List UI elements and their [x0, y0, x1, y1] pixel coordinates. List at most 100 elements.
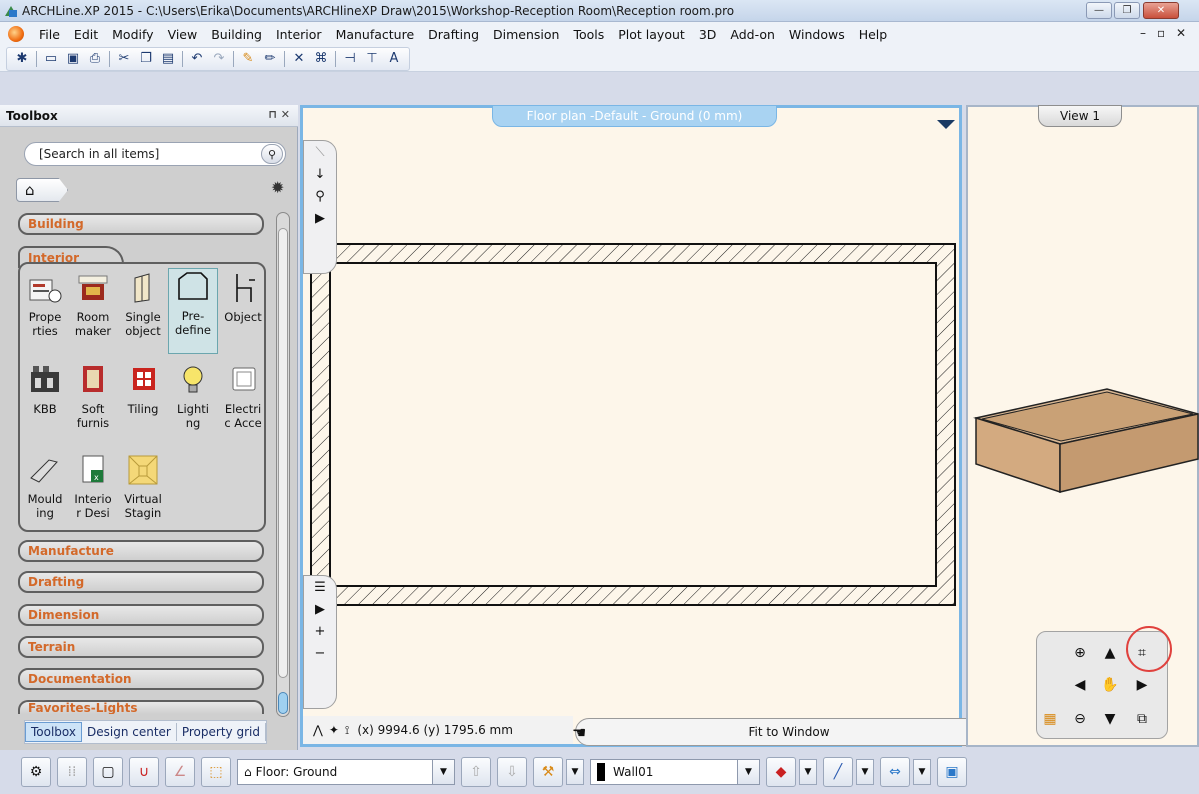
zoom-icon[interactable]: ⚲ [304, 185, 336, 207]
arrow-down-icon[interactable]: ↓ [304, 163, 336, 185]
menu-3d[interactable]: 3D [692, 27, 724, 42]
tool-room-maker[interactable]: Room maker [68, 270, 118, 338]
pan-hand-icon[interactable]: ✋ [1097, 672, 1123, 698]
menu-view[interactable]: View [161, 27, 205, 42]
pin-close-icons[interactable]: ⊓ ✕ [268, 108, 290, 121]
tool-virtual-staging[interactable]: Virtual Stagin [118, 452, 168, 520]
swap-arrows-icon[interactable]: ⇔ [880, 757, 910, 787]
menu-interior[interactable]: Interior [269, 27, 329, 42]
tool-properties[interactable]: Prope rties [20, 270, 70, 338]
paint-icon[interactable]: ✎ [238, 49, 258, 69]
category-documentation[interactable]: Documentation [18, 668, 264, 690]
settings-gear-icon[interactable]: ⚙ [21, 757, 51, 787]
menu-add-on[interactable]: Add-on [723, 27, 782, 42]
pen-icon[interactable]: ✏ [260, 49, 280, 69]
close-button[interactable]: ✕ [1143, 2, 1179, 19]
zoom-in-icon[interactable]: + [304, 620, 336, 642]
eraser-icon[interactable]: ◆ [766, 757, 796, 787]
window-icon[interactable]: ▣ [937, 757, 967, 787]
cut-icon[interactable]: ✂ [114, 49, 134, 69]
wall-type-select[interactable]: Wall01 ▼ [590, 759, 760, 785]
line-icon[interactable]: ╱ [823, 757, 853, 787]
floor-select[interactable]: ⌂ Floor: Ground ▼ [237, 759, 455, 785]
search-icon[interactable]: ⚲ [261, 144, 283, 164]
snap-icon[interactable]: ✦ [329, 723, 339, 737]
pan-down-icon[interactable]: ▼ [1097, 706, 1123, 732]
category-building[interactable]: Building [18, 213, 264, 235]
tool-soft-furnishing[interactable]: Soft furnis [68, 362, 118, 430]
align-right-icon[interactable]: ⊤ [362, 49, 382, 69]
pan-right-icon[interactable]: ▶ [1129, 672, 1155, 698]
new-icon[interactable]: ✱ [12, 49, 32, 69]
home-icon[interactable]: ⌂ [16, 178, 68, 202]
redo-icon[interactable]: ↷ [209, 49, 229, 69]
expand-right-icon[interactable]: ▶ [304, 207, 336, 229]
measure-icon[interactable]: ⟟ [345, 723, 349, 738]
toolbox-scrollbar[interactable] [276, 212, 290, 717]
menu-modify[interactable]: Modify [105, 27, 160, 42]
menu-windows[interactable]: Windows [782, 27, 852, 42]
tool-interior-design[interactable]: x Interio r Desi [68, 452, 118, 520]
text-icon[interactable]: A [384, 49, 404, 69]
chevron-down-icon[interactable]: ▼ [737, 760, 759, 784]
view-1-tab[interactable]: View 1 [1038, 105, 1122, 127]
undo-icon[interactable]: ↶ [187, 49, 207, 69]
fit-to-window-bar[interactable]: ☚ Fit to Window [572, 718, 1003, 746]
grid-icon[interactable]: ⁞⁞ [57, 757, 87, 787]
mdi-restore-icon[interactable]: ▫ [1157, 26, 1165, 40]
chevron-down-icon[interactable]: ▼ [566, 759, 584, 785]
collapse-icon[interactable]: ⟍ [304, 141, 336, 163]
menu-help[interactable]: Help [852, 27, 895, 42]
category-terrain[interactable]: Terrain [18, 636, 264, 658]
tool-electric[interactable]: Electri c Acce [220, 362, 266, 430]
angle-icon[interactable]: ∠ [165, 757, 195, 787]
magnet-icon[interactable]: ∪ [129, 757, 159, 787]
trim-icon[interactable]: ⌘ [311, 49, 331, 69]
frame-icon[interactable]: ▢ [93, 757, 123, 787]
menu-tools[interactable]: Tools [566, 27, 611, 42]
save-icon[interactable]: ▣ [63, 49, 83, 69]
tool-single-object[interactable]: Single object [118, 270, 168, 338]
zoom-out-icon[interactable]: − [304, 642, 336, 664]
menu-dimension[interactable]: Dimension [486, 27, 566, 42]
category-dimension[interactable]: Dimension [18, 604, 264, 626]
tab-toolbox[interactable]: Toolbox [25, 722, 82, 742]
align-left-icon[interactable]: ⊣ [340, 49, 360, 69]
menu-file[interactable]: File [32, 27, 67, 42]
print-icon[interactable]: ⎙ [85, 49, 105, 69]
zoom-in-magnifier-icon[interactable]: ⊕ [1067, 640, 1093, 666]
copy-icon[interactable]: ❐ [136, 49, 156, 69]
tool-object[interactable]: Object [220, 270, 266, 324]
chevron-down-icon[interactable]: ▼ [856, 759, 874, 785]
mdi-minimize-icon[interactable]: – [1140, 26, 1146, 40]
3d-hammer-icon[interactable]: ⚒ [533, 757, 563, 787]
tab-property-grid[interactable]: Property grid [177, 723, 266, 741]
menu-building[interactable]: Building [204, 27, 269, 42]
chevron-down-icon[interactable]: ▼ [799, 759, 817, 785]
mdi-close-icon[interactable]: ✕ [1176, 26, 1186, 40]
scrollbar-thumb[interactable] [278, 228, 288, 678]
gear-icon[interactable]: ✹ [271, 180, 287, 196]
category-favorites-lights[interactable]: Favorites-Lights [18, 700, 264, 714]
select-icon[interactable]: ⬚ [201, 757, 231, 787]
tool-lighting[interactable]: Lighti ng [168, 362, 218, 430]
menu-edit[interactable]: Edit [67, 27, 105, 42]
maximize-button[interactable]: ❐ [1114, 2, 1140, 19]
delete-icon[interactable]: ✕ [289, 49, 309, 69]
search-input[interactable]: [Search in all items] ⚲ [24, 142, 286, 166]
category-drafting[interactable]: Drafting [18, 571, 264, 593]
chevron-down-icon[interactable]: ▼ [432, 760, 454, 784]
tool-moulding[interactable]: Mould ing [20, 452, 70, 520]
open-icon[interactable]: ▭ [41, 49, 61, 69]
list-icon[interactable]: ☰ [304, 576, 336, 598]
category-manufacture[interactable]: Manufacture [18, 540, 264, 562]
view-3d[interactable]: View 1 ⊕ ▲ ⌗ ◀ ✋ ▶ ▦ ⊖ ▼ ⧉ [966, 105, 1199, 747]
zoom-window-icon[interactable]: ⧉ [1129, 706, 1155, 732]
minimize-button[interactable]: — [1086, 2, 1112, 19]
pan-left-icon[interactable]: ◀ [1067, 672, 1093, 698]
north-arrow-icon[interactable]: ⋀ [313, 723, 323, 737]
layers-icon[interactable]: ▦ [1037, 706, 1063, 732]
menu-drafting[interactable]: Drafting [421, 27, 486, 42]
pan-up-icon[interactable]: ▲ [1097, 640, 1123, 666]
app-menu-icon[interactable] [8, 26, 24, 42]
